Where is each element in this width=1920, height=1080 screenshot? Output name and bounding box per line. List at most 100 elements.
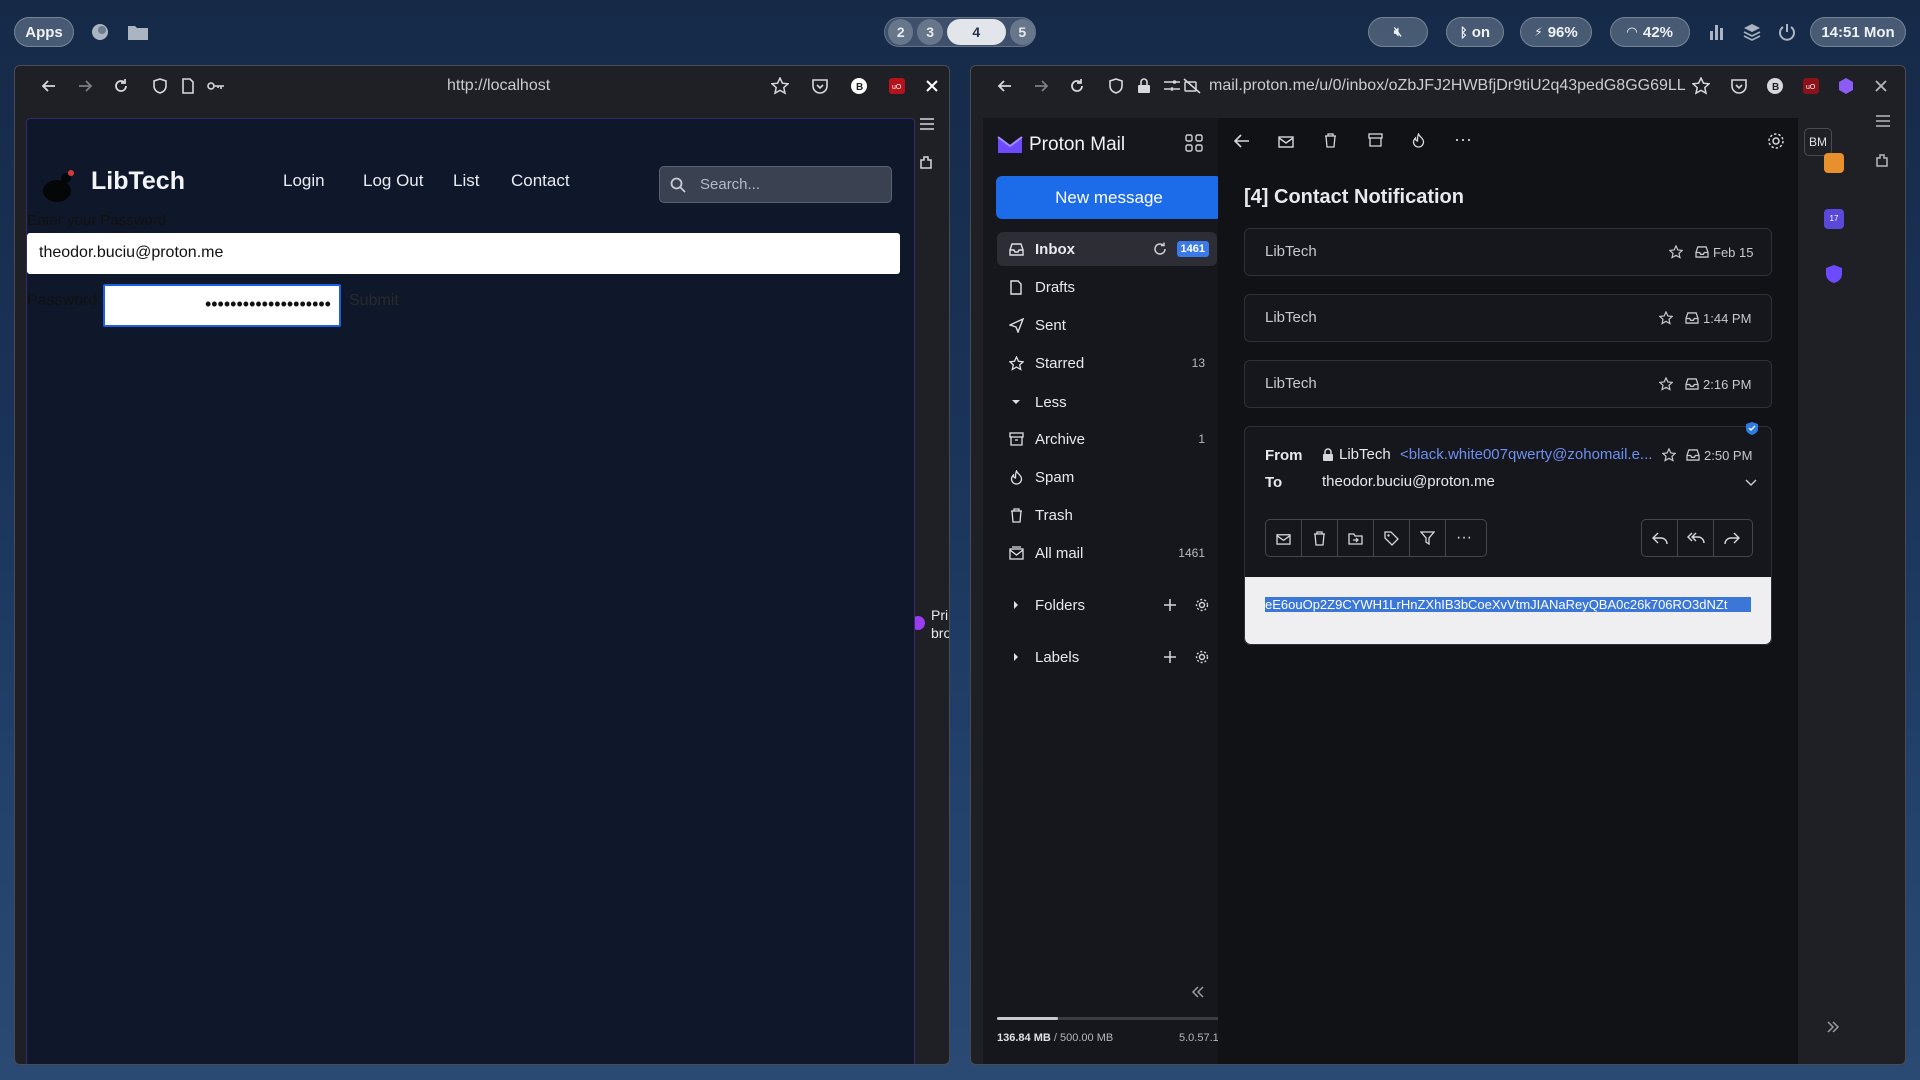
email-field[interactable]: theodor.buciu@proton.me xyxy=(27,233,900,274)
folder-spam[interactable]: Spam xyxy=(997,460,1217,494)
mark-unread-icon[interactable] xyxy=(1278,134,1294,148)
shield-icon[interactable] xyxy=(150,76,170,96)
permissions-icon[interactable] xyxy=(1162,76,1182,96)
submit-button[interactable]: Submit xyxy=(349,292,399,310)
camera-blocked-icon[interactable] xyxy=(1182,76,1202,96)
spam-fire-icon[interactable] xyxy=(1412,133,1425,148)
folder-sent[interactable]: Sent xyxy=(997,308,1217,342)
star-icon[interactable] xyxy=(1659,311,1673,325)
nav-logout-link[interactable]: Log Out xyxy=(363,171,424,191)
workspace-2[interactable]: 2 xyxy=(888,19,914,45)
layers-icon[interactable] xyxy=(1741,21,1763,43)
back-icon[interactable] xyxy=(39,76,59,96)
bitwarden-icon[interactable]: B xyxy=(1765,76,1785,96)
bluetooth-indicator[interactable]: ᛒ on xyxy=(1446,17,1504,47)
collapse-sidebar-icon[interactable] xyxy=(1191,986,1205,998)
power-icon[interactable] xyxy=(1776,21,1798,43)
filter-button[interactable] xyxy=(1410,520,1446,556)
expand-details-chevron-icon[interactable] xyxy=(1745,479,1757,487)
brand-title[interactable]: LibTech xyxy=(91,167,185,196)
forward-icon[interactable] xyxy=(75,76,95,96)
hamburger-menu-icon[interactable] xyxy=(1875,114,1891,128)
folder-icon[interactable] xyxy=(127,21,149,43)
mark-unread-button[interactable] xyxy=(1266,520,1302,556)
star-icon[interactable] xyxy=(1659,377,1673,391)
star-icon[interactable] xyxy=(1662,448,1676,462)
archive-icon[interactable] xyxy=(1368,133,1383,147)
delete-button[interactable] xyxy=(1302,520,1338,556)
key-icon[interactable] xyxy=(206,76,226,96)
clock[interactable]: 14:51 Mon xyxy=(1810,17,1906,47)
reload-icon[interactable] xyxy=(111,76,131,96)
nav-contact-link[interactable]: Contact xyxy=(511,171,570,191)
page-icon[interactable] xyxy=(178,76,198,96)
label-settings-gear-icon[interactable] xyxy=(1195,650,1209,664)
add-label-icon[interactable] xyxy=(1163,650,1177,664)
close-tab-icon[interactable] xyxy=(922,76,942,96)
folder-inbox[interactable]: Inbox 1461 xyxy=(997,232,1217,266)
workspace-4[interactable]: 4 xyxy=(946,19,1006,45)
hamburger-menu-icon[interactable] xyxy=(917,114,937,134)
back-to-list-icon[interactable] xyxy=(1234,134,1250,148)
folder-all-mail[interactable]: All mail 1461 xyxy=(997,536,1217,570)
extensions-puzzle-icon[interactable] xyxy=(917,152,937,172)
more-actions-button[interactable]: ··· xyxy=(1446,520,1482,556)
extensions-puzzle-icon[interactable] xyxy=(1875,152,1891,168)
folder-starred[interactable]: Starred 13 xyxy=(997,346,1217,380)
pocket-icon[interactable] xyxy=(1729,76,1749,96)
reply-button[interactable] xyxy=(1642,520,1678,556)
settings-gear-icon[interactable] xyxy=(1767,132,1785,150)
nav-list-link[interactable]: List xyxy=(453,171,479,191)
section-labels[interactable]: Labels xyxy=(997,640,1217,674)
contacts-app-icon[interactable] xyxy=(1824,153,1844,173)
ublock-icon[interactable]: uO xyxy=(887,76,907,96)
volume-mic-toggle[interactable]: 🔇︎ xyxy=(1368,17,1428,47)
search-box[interactable]: Search... xyxy=(659,166,892,203)
message-item[interactable]: LibTech 1:44 PM xyxy=(1244,294,1772,342)
reply-all-button[interactable] xyxy=(1678,520,1714,556)
workspace-3[interactable]: 3 xyxy=(917,19,943,45)
battery-indicator[interactable]: ⚡ 96% xyxy=(1520,17,1592,47)
calendar-app-icon[interactable]: 17 xyxy=(1824,209,1844,229)
folder-settings-gear-icon[interactable] xyxy=(1195,598,1209,612)
proton-pass-extension-icon[interactable] xyxy=(1836,76,1856,96)
forward-icon[interactable] xyxy=(1031,76,1051,96)
vpn-shield-app-icon[interactable] xyxy=(1825,264,1843,284)
message-body-text[interactable]: eE6ouOp2Z9CYWH1LrHnZXhIB3bCoeXvVtmJIANaR… xyxy=(1265,597,1751,612)
firefox-launcher-icon[interactable] xyxy=(89,21,111,43)
app-grid-icon[interactable] xyxy=(1185,134,1203,152)
message-item[interactable]: LibTech Feb 15 xyxy=(1244,228,1772,276)
sender-name[interactable]: LibTech xyxy=(1339,446,1391,463)
folder-drafts[interactable]: Drafts xyxy=(997,270,1217,304)
folder-trash[interactable]: Trash xyxy=(997,498,1217,532)
folder-less-toggle[interactable]: Less xyxy=(997,385,1217,419)
bookmark-star-icon[interactable] xyxy=(770,76,790,96)
folder-archive[interactable]: Archive 1 xyxy=(997,422,1217,456)
recipient-email[interactable]: theodor.buciu@proton.me xyxy=(1322,473,1495,490)
message-body[interactable]: eE6ouOp2Z9CYWH1LrHnZXhIB3bCoeXvVtmJIANaR… xyxy=(1245,577,1771,644)
url-bar[interactable]: mail.proton.me/u/0/inbox/oZbJFJ2HWBfjDr9… xyxy=(1209,77,1694,95)
bookmark-star-icon[interactable] xyxy=(1691,76,1711,96)
sender-email[interactable]: <black.white007qwerty@zohomail.e... xyxy=(1400,446,1656,463)
stats-icon[interactable] xyxy=(1706,21,1728,43)
url-bar[interactable]: http://localhost xyxy=(447,77,647,95)
back-icon[interactable] xyxy=(995,76,1015,96)
add-folder-icon[interactable] xyxy=(1163,598,1177,612)
star-icon[interactable] xyxy=(1669,245,1683,259)
apps-button[interactable]: Apps xyxy=(14,17,74,47)
message-item[interactable]: LibTech 2:16 PM xyxy=(1244,360,1772,408)
move-to-folder-button[interactable] xyxy=(1338,520,1374,556)
reload-icon[interactable] xyxy=(1067,76,1087,96)
nav-login-link[interactable]: Login xyxy=(283,171,325,191)
pocket-icon[interactable] xyxy=(810,76,830,96)
delete-icon[interactable] xyxy=(1324,133,1337,148)
expand-right-icon[interactable] xyxy=(1826,1021,1840,1033)
refresh-icon[interactable] xyxy=(1153,242,1167,256)
new-message-button[interactable]: New message xyxy=(996,176,1222,219)
shield-icon[interactable] xyxy=(1106,76,1126,96)
bitwarden-icon[interactable]: B xyxy=(849,76,869,96)
more-options-icon[interactable]: ··· xyxy=(1454,130,1472,148)
close-tab-icon[interactable] xyxy=(1871,76,1891,96)
private-browsing-popup[interactable]: Pri bro xyxy=(911,606,949,646)
forward-button[interactable] xyxy=(1714,520,1750,556)
